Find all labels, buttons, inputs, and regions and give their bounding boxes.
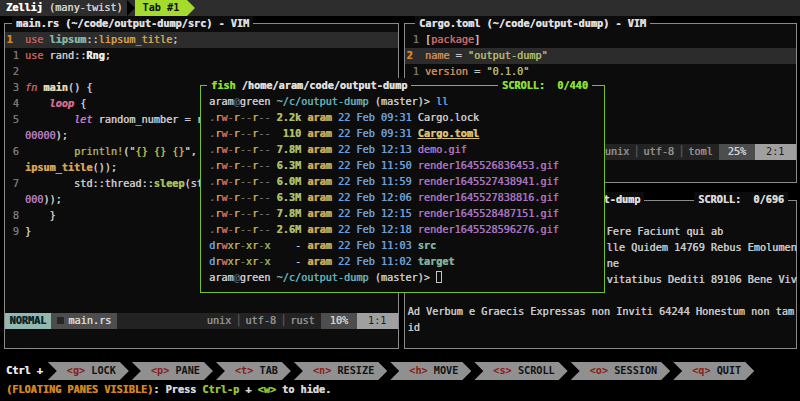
session-name: (many-twist) bbox=[43, 0, 123, 16]
terminal-line: Ad Verbum e Graecis Expressas non Inviti… bbox=[408, 304, 794, 320]
code-line: 9 } bbox=[7, 224, 32, 240]
vim-filename: main.rs bbox=[51, 313, 117, 329]
terminal-line: drwxr-xr-x - aram 22 Feb 11:02 target bbox=[209, 254, 454, 270]
tab-bar: Zellij (many-twist) Tab #1 bbox=[0, 0, 800, 16]
terminal-line: .rw-r--r-- 2.6M aram 22 Feb 12:18 render… bbox=[209, 222, 559, 238]
keybar-ribbon-scroll[interactable]: <s> SCROLL bbox=[474, 362, 567, 380]
terminal-line: .rw-r--r-- 7.8M aram 22 Feb 12:13 demo.g… bbox=[209, 142, 467, 158]
code-line: ipsum_title()); bbox=[7, 160, 117, 176]
code-line: 1 use rand::Rng; bbox=[7, 48, 111, 64]
terminal-line: .rw-r--r-- 6.3M aram 22 Feb 12:06 render… bbox=[209, 190, 559, 206]
hint-key-w: <w> bbox=[258, 384, 276, 395]
terminal-line: .rw-r--r-- 7.8M aram 22 Feb 12:15 render… bbox=[209, 206, 559, 222]
keybar-ribbon-resize[interactable]: <n> RESIZE bbox=[294, 362, 387, 380]
zellij-screen: Zellij (many-twist) Tab #1 1 use lipsum:… bbox=[0, 0, 800, 401]
code-line: 1 [package] bbox=[407, 32, 481, 48]
vim-scroll-percent: 10% bbox=[321, 313, 357, 329]
terminal-line: .rw-r--r-- 2.2k aram 22 Feb 09:31 Cargo.… bbox=[209, 110, 479, 126]
pane-main-rs-title: main.rs (~/code/output-dump/src) - VIM bbox=[12, 16, 253, 32]
file-icon bbox=[57, 317, 64, 324]
floating-pane-title: fish /home/aram/code/output-dump bbox=[207, 78, 411, 94]
terminal-line: aram@green ~/c/output-dump (master)> ll bbox=[209, 94, 448, 110]
tab-1[interactable]: Tab #1 bbox=[135, 0, 188, 16]
code-line: 000)); bbox=[7, 192, 62, 208]
keybar-prefix: Ctrl + bbox=[0, 363, 48, 379]
terminal-line: drwxr-xr-x - aram 22 Feb 11:03 src bbox=[209, 238, 436, 254]
code-line: 1 use lipsum::lipsum_title; bbox=[5, 32, 398, 48]
terminal-line: ne bbox=[607, 256, 619, 272]
scroll-indicator-bottom: SCROLL: 0/696 bbox=[694, 192, 788, 208]
terminal-line: .rw-r--r-- 6.0M aram 22 Feb 11:59 render… bbox=[209, 174, 559, 190]
tab-arrow-icon bbox=[127, 0, 135, 16]
tab-arrow-end-icon bbox=[187, 0, 195, 16]
vim-statusline-left: NORMALmain.rsunix│utf-8│rust10%1:1 bbox=[5, 313, 398, 329]
keybar-ribbon-tab[interactable]: <t> TAB bbox=[216, 362, 291, 380]
code-line: 00000); bbox=[7, 128, 68, 144]
vim-mode-badge: NORMAL bbox=[5, 313, 52, 329]
hint-line: (FLOATING PANES VISIBLE): Press Ctrl-p +… bbox=[6, 382, 331, 398]
terminal-line: Fere Faciunt qui ab bbox=[607, 224, 724, 240]
code-line: 2 name = "output-dump" bbox=[405, 48, 796, 64]
keybar-ribbon-move[interactable]: <h> MOVE bbox=[390, 362, 471, 380]
keybar-ribbon-lock[interactable]: <g> LOCK bbox=[48, 362, 129, 380]
vim-cursor-position: 2:1 bbox=[755, 144, 795, 160]
code-line: 6 println!("{} {} {}", l bbox=[7, 144, 210, 160]
keybar-ribbon-pane[interactable]: <p> PANE bbox=[132, 362, 213, 380]
keybar-ribbon-session[interactable]: <o> SESSION bbox=[571, 362, 670, 380]
code-line: 8 } bbox=[7, 208, 56, 224]
code-line: 4 loop { bbox=[7, 96, 87, 112]
hint-badge: (FLOATING PANES VISIBLE) bbox=[6, 384, 153, 395]
vim-cursor-position: 1:1 bbox=[357, 313, 397, 329]
terminal-line: aram@green ~/c/output-dump (master)> bbox=[209, 270, 442, 286]
terminal-line: .rw-r--r-- 110 aram 22 Feb 09:31 Cargo.t… bbox=[209, 126, 479, 142]
terminal-line: vitatibus Dediti 89106 Bene Viv bbox=[607, 272, 797, 288]
code-line: 3 fn main() { bbox=[7, 80, 93, 96]
keybar: Ctrl + <g> LOCK<p> PANE<t> TAB<n> RESIZE… bbox=[0, 362, 800, 380]
hint-key-ctrl-p: Ctrl-p bbox=[202, 384, 239, 395]
scroll-indicator-float: SCROLL: 0/440 bbox=[498, 78, 592, 94]
pane-cargo-toml-title: Cargo.toml (~/code/output-dump) - VIM bbox=[415, 16, 650, 32]
app-title: Zellij bbox=[6, 0, 43, 16]
terminal-cursor bbox=[436, 271, 442, 283]
keybar-ribbon-quit[interactable]: <q> QUIT bbox=[673, 362, 754, 380]
code-line: 2 bbox=[7, 64, 25, 80]
vim-scroll-percent: 25% bbox=[719, 144, 755, 160]
terminal-line: lle Quidem 14769 Rebus Emolumen bbox=[607, 240, 797, 256]
terminal-line: .rw-r--r-- 6.3M aram 22 Feb 11:50 render… bbox=[209, 158, 559, 174]
floating-pane-fish[interactable]: aram@green ~/c/output-dump (master)> ll.… bbox=[200, 85, 605, 293]
terminal-line: id bbox=[408, 320, 420, 336]
